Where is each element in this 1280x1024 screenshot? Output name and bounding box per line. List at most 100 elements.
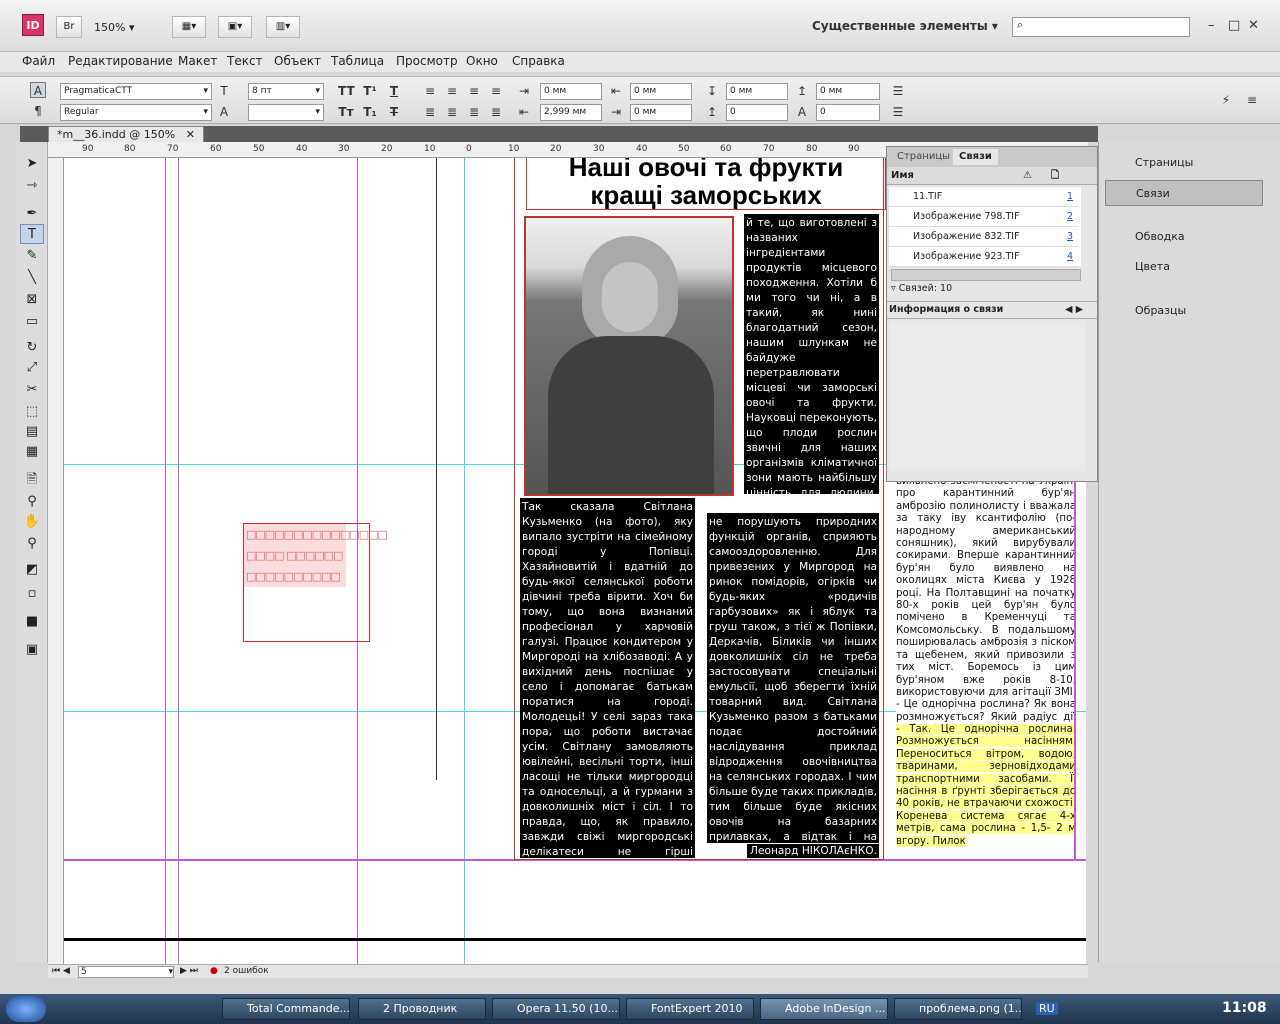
type-tool-icon[interactable]: T <box>20 224 44 244</box>
arrange-documents-button[interactable]: ▥▾ <box>266 16 300 38</box>
taskbar-item[interactable]: Opera 11.50 (10... <box>492 998 620 1020</box>
scale-tool-icon[interactable]: ⤢ <box>20 358 44 378</box>
rotate-tool-icon[interactable]: ↻ <box>20 338 44 358</box>
zoom-tool-icon[interactable]: ⚲ <box>20 534 44 554</box>
first-page-icon[interactable]: ⏮ ◀ <box>52 966 70 976</box>
start-button[interactable] <box>6 996 46 1022</box>
panel-menu-icon[interactable]: ≡ <box>1244 92 1260 108</box>
rectangle-frame-tool-icon[interactable]: ⊠ <box>20 290 44 310</box>
close-tab-icon[interactable]: ✕ <box>186 127 195 143</box>
taskbar-item[interactable]: FontExpert 2010 <box>626 998 754 1020</box>
taskbar-item[interactable]: Adobe InDesign ... <box>760 998 888 1020</box>
language-indicator[interactable]: RU <box>1036 1002 1058 1015</box>
link-page[interactable]: 3 <box>1067 227 1073 247</box>
pencil-tool-icon[interactable]: ✎ <box>20 246 44 266</box>
fill-stroke-icon[interactable]: ◩ <box>20 560 44 580</box>
font-family-select[interactable]: PragmaticaCTT ▾ <box>60 83 212 100</box>
preflight-status[interactable]: 2 ошибок <box>224 966 269 976</box>
dock-color[interactable]: Цвета <box>1105 254 1263 280</box>
space-before-field[interactable]: 0 мм <box>726 83 788 100</box>
taskbar-item[interactable]: проблема.png (1... <box>894 998 1022 1020</box>
right-indent-field[interactable]: 0 мм <box>630 83 692 100</box>
align-right-icon[interactable]: ≡ <box>466 83 482 99</box>
direct-selection-tool-icon[interactable]: ⇾ <box>20 176 44 196</box>
justify-all-icon[interactable]: ≣ <box>488 104 504 120</box>
clock[interactable]: 11:08 <box>1222 1000 1267 1016</box>
help-search-input[interactable]: ⌕ <box>1012 17 1190 37</box>
menu-type[interactable]: Текст <box>227 54 263 68</box>
superscript-icon[interactable]: T¹ <box>362 83 378 99</box>
maximize-icon[interactable]: □ <box>1228 18 1240 33</box>
menu-help[interactable]: Справка <box>512 54 565 68</box>
text-column-left[interactable]: Так сказала Світлана Кузьменко (на фото)… <box>520 498 695 858</box>
underline-icon[interactable]: T <box>386 83 402 99</box>
font-size-field[interactable]: 8 пт ▾ <box>248 83 324 100</box>
justify-center-icon[interactable]: ≣ <box>444 104 460 120</box>
align-left-icon[interactable]: ≡ <box>422 83 438 99</box>
portrait-photo[interactable] <box>524 216 734 496</box>
leading-field[interactable]: ▾ <box>248 104 324 121</box>
menu-layout[interactable]: Макет <box>178 54 217 68</box>
line-tool-icon[interactable]: ╲ <box>20 268 44 288</box>
list-item[interactable]: 11.TIF 1 <box>889 187 1079 207</box>
normal-view-icon[interactable]: ■ <box>20 612 44 632</box>
gradient-feather-tool-icon[interactable]: ▦ <box>20 442 44 462</box>
drop-cap-chars-field[interactable]: 0 <box>816 104 880 121</box>
vertical-guide[interactable] <box>464 158 465 964</box>
scissors-tool-icon[interactable]: ✂ <box>20 380 44 400</box>
taskbar-item[interactable]: 2 Проводник <box>358 998 486 1020</box>
dock-swatches[interactable]: Образцы <box>1105 298 1263 324</box>
font-style-select[interactable]: Regular ▾ <box>60 104 212 121</box>
close-icon[interactable]: ✕ <box>1248 18 1259 33</box>
last-line-indent-field[interactable]: 0 мм <box>630 104 692 121</box>
document-tab[interactable]: *m__36.indd @ 150% ✕ <box>48 126 204 143</box>
next-page-icon[interactable]: ▶ ⏭ <box>180 966 198 976</box>
article-headline[interactable]: Наші овочі та фрукти кращі заморських <box>526 158 886 210</box>
subscript-icon[interactable]: T₁ <box>362 104 378 120</box>
page-number-field[interactable]: 5 ▾ <box>78 966 174 978</box>
small-caps-icon[interactable]: Tт <box>338 104 354 120</box>
strikethrough-icon[interactable]: T <box>386 104 402 120</box>
bridge-button[interactable]: Br <box>56 16 82 38</box>
link-page[interactable]: 1 <box>1067 187 1073 207</box>
hand-tool-icon[interactable]: ✋ <box>20 512 44 532</box>
screen-mode-button[interactable]: ▣▾ <box>218 16 252 38</box>
menu-object[interactable]: Объект <box>274 54 321 68</box>
link-page[interactable]: 4 <box>1067 247 1073 267</box>
first-line-indent-field[interactable]: 2,999 мм <box>540 104 602 121</box>
text-column-far-right-highlight[interactable]: - Так. Це однорічна рослина. Розмножуєть… <box>896 724 1076 854</box>
tab-pages[interactable]: Страницы <box>891 149 956 165</box>
gradient-tool-icon[interactable]: ▤ <box>20 422 44 442</box>
paragraph-mode-icon[interactable]: ¶ <box>30 103 46 119</box>
drop-cap-lines-field[interactable]: 0 <box>726 104 788 121</box>
rectangle-tool-icon[interactable]: ▭ <box>20 312 44 332</box>
lightning-icon[interactable]: ⚡ <box>1218 92 1234 108</box>
list-item[interactable]: Изображение 923.TIF 4 <box>889 247 1079 267</box>
workspace-switcher[interactable]: Существенные элементы ▾ <box>812 19 998 33</box>
dock-links[interactable]: Связи <box>1105 180 1263 206</box>
character-mode-icon[interactable]: A <box>30 82 46 98</box>
horizontal-scrollbar[interactable] <box>891 269 1081 281</box>
align-center-icon[interactable]: ≡ <box>444 83 460 99</box>
menu-view[interactable]: Просмотр <box>396 54 458 68</box>
menu-window[interactable]: Окно <box>466 54 498 68</box>
minimize-icon[interactable]: – <box>1208 18 1215 33</box>
free-transform-tool-icon[interactable]: ⬚ <box>20 402 44 422</box>
all-caps-icon[interactable]: TT <box>338 83 355 99</box>
menu-file[interactable]: Файл <box>22 54 55 68</box>
text-column-middle[interactable]: не порушують природних функцій органів, … <box>707 513 879 843</box>
zoom-select[interactable]: 150% ▾ <box>94 17 154 39</box>
note-tool-icon[interactable]: 🗎 <box>20 470 44 490</box>
dock-stroke[interactable]: Обводка <box>1105 224 1263 250</box>
screen-mode-icon[interactable]: ▣ <box>20 640 44 660</box>
pen-tool-icon[interactable]: ✒ <box>20 204 44 224</box>
menu-table[interactable]: Таблица <box>331 54 384 68</box>
list-item[interactable]: Изображение 832.TIF 3 <box>889 227 1079 247</box>
left-indent-field[interactable]: 0 мм <box>540 83 602 100</box>
prev-icon[interactable]: ◀ ▶ <box>1065 302 1083 318</box>
tab-links[interactable]: Связи <box>953 149 998 165</box>
list-item[interactable]: Изображение 798.TIF 2 <box>889 207 1079 227</box>
text-column-far-right[interactable]: виявлено засміченості на Україні про кар… <box>896 476 1076 724</box>
text-column-upper-right[interactable]: й те, що виготовлені з названих інгредіє… <box>744 214 879 494</box>
view-options-button[interactable]: ▦▾ <box>172 16 206 38</box>
